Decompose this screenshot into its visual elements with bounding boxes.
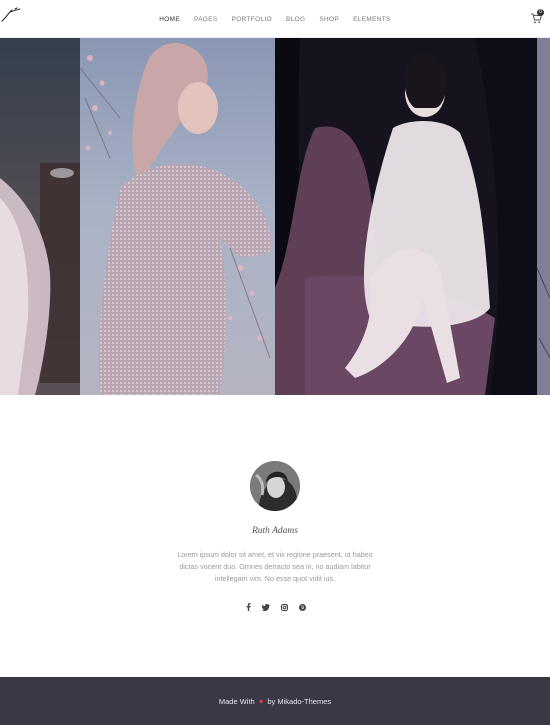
pinterest-icon[interactable]	[298, 602, 306, 612]
nav-shop[interactable]: SHOP	[319, 16, 339, 23]
cart-button[interactable]: 0	[530, 9, 544, 24]
gallery-image-3[interactable]	[275, 38, 537, 395]
hero-gallery	[0, 38, 550, 395]
facebook-icon[interactable]	[244, 602, 252, 612]
footer-prefix: Made With	[218, 697, 255, 706]
nav-portfolio[interactable]: PORTFOLIO	[232, 16, 272, 23]
gallery-image-1[interactable]	[0, 38, 80, 395]
nav-elements[interactable]: ELEMENTS	[353, 16, 391, 23]
footer: Made With ♥ by Mikado-Themes	[0, 677, 550, 725]
cart-count-badge: 0	[537, 9, 544, 16]
gallery-image-2[interactable]	[80, 38, 275, 395]
nav-pages[interactable]: PAGES	[194, 16, 218, 23]
author-name: Ruth Adams	[251, 526, 298, 536]
author-bio: Lorem ipsum dolor sit amet, et vix regio…	[177, 550, 373, 583]
instagram-icon[interactable]	[280, 602, 288, 612]
heart-icon: ♥	[258, 697, 264, 706]
footer-suffix[interactable]: by Mikado-Themes	[267, 697, 331, 706]
nav-blog[interactable]: BLOG	[286, 16, 305, 23]
header: HOME PAGES PORTFOLIO BLOG SHOP ELEMENTS …	[0, 0, 550, 38]
gallery-image-4[interactable]	[537, 38, 550, 395]
twitter-icon[interactable]	[262, 602, 270, 612]
footer-credit: Made With ♥ by Mikado-Themes	[0, 697, 550, 706]
nav-home[interactable]: HOME	[159, 16, 180, 23]
author-avatar	[250, 461, 300, 511]
social-links	[0, 602, 550, 612]
main-nav: HOME PAGES PORTFOLIO BLOG SHOP ELEMENTS	[0, 0, 550, 38]
